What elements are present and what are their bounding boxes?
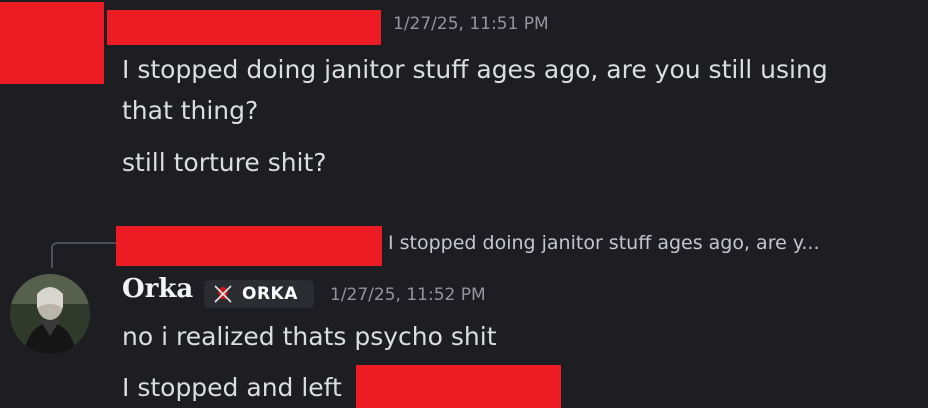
message-timestamp: 1/27/25, 11:51 PM <box>393 14 549 34</box>
skull-crossbones-icon <box>214 285 232 303</box>
message-text: that thing? <box>122 96 259 125</box>
redacted-reply-username[interactable] <box>116 226 382 266</box>
message-text: I stopped doing janitor stuff ages ago, … <box>122 55 828 84</box>
redacted-text <box>356 365 561 408</box>
redacted-avatar <box>0 2 104 84</box>
avatar-image <box>10 274 90 354</box>
redacted-username <box>107 10 381 45</box>
avatar[interactable] <box>10 274 90 354</box>
message-timestamp: 1/27/25, 11:52 PM <box>330 285 486 305</box>
message-text: I stopped and left <box>122 373 342 402</box>
username[interactable]: Orka <box>122 274 193 304</box>
message-text: no i realized thats psycho shit <box>122 322 497 351</box>
chat-view: 1/27/25, 11:51 PM I stopped doing janito… <box>0 0 928 408</box>
clan-tag-badge[interactable]: ORKA <box>204 280 314 308</box>
reply-quoted-text[interactable]: I stopped doing janitor stuff ages ago, … <box>388 232 819 254</box>
reply-connector-line <box>51 242 117 268</box>
message-text: still torture shit? <box>122 148 327 177</box>
clan-tag-label: ORKA <box>242 284 298 304</box>
